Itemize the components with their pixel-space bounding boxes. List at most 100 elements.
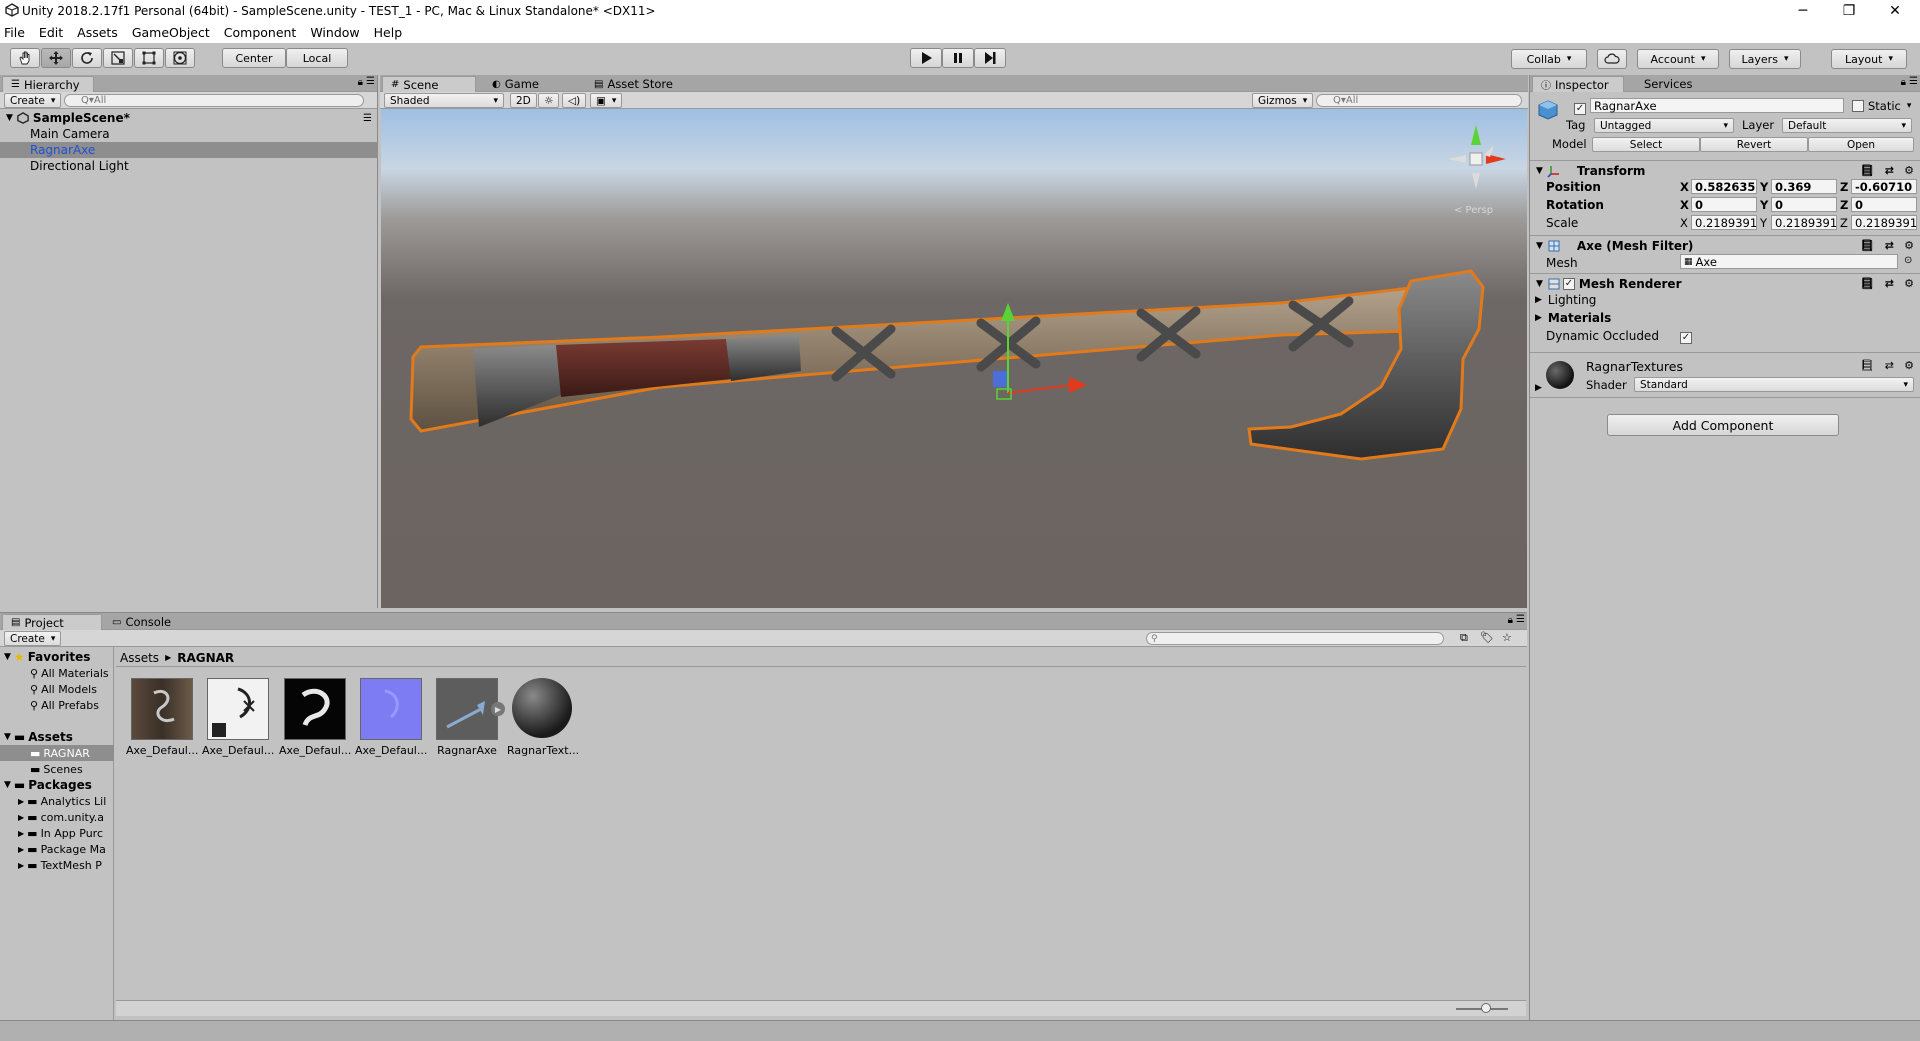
- expand-arrow-icon[interactable]: ▼: [4, 652, 11, 662]
- scene-viewport[interactable]: < Persp: [381, 109, 1527, 608]
- expand-arrow-icon[interactable]: ▶: [18, 813, 24, 822]
- asset-thumbnail-metallic[interactable]: [284, 678, 346, 740]
- hand-tool-button[interactable]: [10, 48, 40, 68]
- cloud-button[interactable]: [1597, 49, 1627, 69]
- gear-icon[interactable]: ⚙: [1904, 359, 1914, 372]
- move-tool-button[interactable]: [41, 48, 71, 68]
- breadcrumb-assets[interactable]: Assets: [120, 651, 159, 665]
- step-button[interactable]: [974, 48, 1006, 68]
- help-icon[interactable]: 📘︎: [1860, 277, 1874, 290]
- position-x-field[interactable]: 0.582635: [1691, 179, 1757, 194]
- toggle-2d-button[interactable]: 2D: [510, 93, 537, 108]
- account-dropdown[interactable]: Account: [1637, 49, 1719, 69]
- expand-arrow-icon[interactable]: ▶: [18, 829, 24, 838]
- preset-icon[interactable]: ⇄: [1885, 277, 1894, 290]
- lock-icon[interactable]: 🔒︎: [358, 77, 363, 88]
- menu-window[interactable]: Window: [310, 25, 359, 40]
- expand-arrow-icon[interactable]: ▼: [4, 732, 11, 742]
- tree-favorites[interactable]: ▼ ★ Favorites: [0, 649, 114, 665]
- hierarchy-search-input[interactable]: Q▾All: [64, 94, 364, 107]
- close-button[interactable]: ✕: [1872, 0, 1918, 22]
- help-icon[interactable]: 📘︎: [1860, 239, 1874, 252]
- dynamic-occluded-checkbox[interactable]: ✓: [1680, 332, 1692, 344]
- scene-search-input[interactable]: Q▾All: [1316, 94, 1522, 107]
- mesh-renderer-header[interactable]: ▼ ✓ Mesh Renderer 📘︎ ⇄ ⚙: [1530, 273, 1920, 293]
- model-select-button[interactable]: Select: [1592, 137, 1700, 152]
- rotation-y-field[interactable]: 0: [1771, 197, 1837, 212]
- menu-edit[interactable]: Edit: [39, 25, 63, 40]
- tab-inspector[interactable]: ⓘ Inspector: [1532, 76, 1624, 92]
- tab-game[interactable]: ◐ Game: [484, 76, 547, 92]
- tree-all-materials[interactable]: ⚲ All Materials: [0, 665, 114, 681]
- gear-icon[interactable]: ⚙: [1904, 277, 1914, 290]
- mesh-renderer-enabled-checkbox[interactable]: ✓: [1562, 277, 1575, 290]
- gear-icon[interactable]: ⚙: [1904, 239, 1914, 252]
- favorite-star-icon[interactable]: ☆: [1502, 631, 1512, 644]
- tab-project[interactable]: ▤ Project: [2, 614, 102, 630]
- object-name-field[interactable]: RagnarAxe: [1590, 98, 1844, 113]
- pause-button[interactable]: [942, 48, 974, 68]
- tree-package-item[interactable]: ▶ ▬ Analytics Lil: [0, 793, 114, 809]
- layer-dropdown[interactable]: Default: [1782, 118, 1912, 133]
- collapse-arrow-icon[interactable]: ▼: [1536, 279, 1543, 289]
- add-component-button[interactable]: Add Component: [1607, 414, 1839, 436]
- model-revert-button[interactable]: Revert: [1700, 137, 1808, 152]
- tab-asset-store[interactable]: ▤ Asset Store: [586, 76, 681, 92]
- static-checkbox[interactable]: [1852, 100, 1864, 112]
- breadcrumb-ragnar[interactable]: RAGNAR: [177, 651, 234, 665]
- scale-y-field[interactable]: 0.2189391: [1771, 215, 1837, 230]
- rotation-x-field[interactable]: 0: [1691, 197, 1757, 212]
- chevron-down-icon[interactable]: ▾: [1907, 101, 1912, 111]
- material-preview-sphere[interactable]: [1546, 361, 1574, 389]
- project-create-dropdown[interactable]: Create: [4, 631, 62, 646]
- tree-package-item[interactable]: ▶ ▬ com.unity.a: [0, 809, 114, 825]
- transform-tool-button[interactable]: [165, 48, 195, 68]
- menu-help[interactable]: Help: [374, 25, 403, 40]
- filter-type-icon[interactable]: ⧉: [1460, 631, 1468, 645]
- lock-icon[interactable]: 🔒︎: [1901, 77, 1906, 88]
- shader-dropdown[interactable]: Standard: [1634, 377, 1914, 392]
- maximize-button[interactable]: ❐: [1826, 0, 1872, 22]
- filter-label-icon[interactable]: 🏷︎: [1480, 631, 1494, 644]
- collab-dropdown[interactable]: Collab: [1511, 49, 1587, 69]
- orientation-gizmo-icon[interactable]: [1436, 119, 1516, 199]
- panel-menu-icon[interactable]: ☰: [366, 76, 375, 87]
- shading-mode-dropdown[interactable]: Shaded: [384, 93, 504, 108]
- expand-arrow-icon[interactable]: ▶: [18, 797, 24, 806]
- lighting-foldout[interactable]: ▶ Lighting: [1535, 292, 1596, 308]
- rotation-z-field[interactable]: 0: [1851, 197, 1917, 212]
- pivot-local-button[interactable]: Local: [286, 48, 348, 68]
- object-picker-icon[interactable]: ⊙: [1904, 255, 1912, 266]
- play-button[interactable]: [910, 48, 942, 68]
- scale-tool-button[interactable]: [103, 48, 133, 68]
- asset-thumbnail-normal[interactable]: [360, 678, 422, 740]
- scene-menu-icon[interactable]: ☰: [363, 113, 372, 124]
- model-open-button[interactable]: Open: [1808, 137, 1914, 152]
- layout-dropdown[interactable]: Layout: [1831, 49, 1907, 69]
- tab-hierarchy[interactable]: ☰ Hierarchy: [2, 76, 94, 92]
- expand-arrow-icon[interactable]: ▶: [1535, 313, 1542, 323]
- asset-thumbnail-albedo[interactable]: [131, 678, 193, 740]
- project-search-input[interactable]: ⚲: [1146, 632, 1444, 645]
- tab-console[interactable]: ▭ Console: [104, 614, 179, 630]
- tree-ragnar[interactable]: ▬ RAGNAR: [0, 745, 114, 761]
- collapse-arrow-icon[interactable]: ▼: [1536, 241, 1543, 251]
- scale-z-field[interactable]: 0.2189391: [1851, 215, 1917, 230]
- position-y-field[interactable]: 0.369: [1771, 179, 1837, 194]
- menu-component[interactable]: Component: [224, 25, 297, 40]
- expand-arrow-icon[interactable]: ▼: [6, 113, 13, 123]
- zoom-slider-thumb[interactable]: [1481, 1003, 1491, 1013]
- mesh-object-field[interactable]: ▦ Axe: [1680, 254, 1898, 269]
- rotate-tool-button[interactable]: [72, 48, 102, 68]
- tab-scene[interactable]: # Scene: [382, 76, 476, 92]
- asset-thumbnail-model[interactable]: [436, 678, 498, 740]
- menu-assets[interactable]: Assets: [77, 25, 118, 40]
- tree-package-item[interactable]: ▶ ▬ In App Purc: [0, 825, 114, 841]
- expand-arrow-icon[interactable]: ▶: [18, 845, 24, 854]
- mesh-filter-header[interactable]: ▼ Axe (Mesh Filter) 📘︎ ⇄ ⚙: [1530, 235, 1920, 255]
- axe-model-render[interactable]: [381, 109, 1527, 608]
- layers-dropdown[interactable]: Layers: [1729, 49, 1801, 69]
- help-icon[interactable]: 📘︎: [1860, 359, 1874, 372]
- expand-arrow-icon[interactable]: ▶: [1535, 383, 1542, 393]
- minimize-button[interactable]: ─: [1780, 0, 1826, 22]
